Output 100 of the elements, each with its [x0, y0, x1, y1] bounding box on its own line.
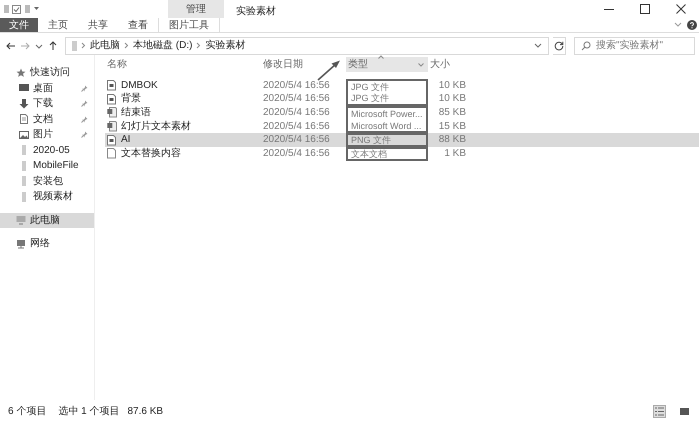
sidebar-item-label[interactable]: 文档 — [33, 112, 77, 127]
computer-icon — [16, 215, 26, 226]
search-icon — [581, 40, 591, 50]
file-name[interactable]: 背景 — [121, 93, 141, 106]
file-type: JPG 文件 — [346, 92, 428, 106]
sidebar-item-label[interactable]: 桌面 — [33, 80, 77, 96]
column-header[interactable]: 类型 — [346, 57, 428, 72]
sidebar-item-label[interactable]: 2020-05 — [33, 142, 88, 158]
file-name[interactable]: 文本替换内容 — [121, 148, 181, 160]
sidebar-item-label[interactable]: MobileFile — [33, 158, 88, 174]
network-icon — [16, 238, 26, 249]
ribbon-tab[interactable]: 查看 — [118, 18, 158, 32]
sort-ascending-icon — [378, 55, 384, 59]
file-date: 2020/5/4 16:56 — [262, 134, 331, 146]
file-type: Microsoft Power... — [346, 106, 428, 120]
large-icons-view-icon — [680, 406, 689, 416]
item-count: 6 个项目 — [8, 404, 46, 418]
file-row[interactable]: AI 2020/5/4 16:56 PNG 文件 88 KB — [105, 133, 699, 147]
search-field[interactable]: 搜索"实验素材" — [574, 36, 695, 54]
column-header[interactable]: 修改日期 — [261, 57, 346, 72]
file-size: 15 KB — [438, 120, 467, 133]
ribbon-tab[interactable]: 文件 — [0, 18, 38, 32]
file-row[interactable]: DMBOK 2020/5/4 16:56 JPG 文件 10 KB — [105, 79, 699, 93]
picture-icon — [19, 130, 29, 140]
document-file-icon — [107, 121, 117, 132]
help-icon[interactable] — [686, 20, 696, 30]
sidebar-item[interactable]: 文档 — [0, 112, 94, 127]
properties-icon[interactable] — [12, 4, 21, 14]
selection-size: 87.6 KB — [127, 404, 164, 418]
file-name[interactable]: AI — [121, 134, 130, 146]
image-file-icon — [107, 134, 117, 146]
sidebar-item[interactable]: 网络 — [0, 236, 94, 252]
refresh-icon — [554, 40, 564, 50]
column-header[interactable]: 大小 — [428, 57, 468, 72]
sidebar-item-label[interactable]: 快速访问 — [30, 65, 88, 80]
breadcrumb-item[interactable]: 实验素材 — [205, 38, 246, 53]
sidebar-item-label[interactable]: 下载 — [33, 96, 77, 112]
sidebar-item-label[interactable]: 图片 — [33, 127, 77, 142]
chevron-right-icon — [196, 42, 202, 49]
ribbon-tab[interactable]: 主页 — [38, 18, 78, 32]
chevron-down-icon[interactable] — [534, 42, 542, 48]
folder-icon — [72, 40, 77, 50]
file-size: 10 KB — [438, 93, 467, 106]
sidebar-item-label[interactable]: 安装包 — [33, 174, 88, 189]
folder-icon — [19, 145, 29, 156]
image-file-icon — [107, 94, 117, 105]
chevron-down-icon[interactable] — [674, 22, 682, 28]
file-name[interactable]: 结束语 — [121, 106, 151, 119]
sidebar-item[interactable]: 此电脑 — [0, 212, 94, 228]
selection-count: 选中 1 个项目 — [58, 404, 120, 418]
desktop-icon — [19, 83, 29, 94]
file-date: 2020/5/4 16:56 — [262, 120, 331, 133]
file-type: Microsoft Word ... — [346, 120, 428, 134]
sidebar-item[interactable]: 安装包 — [0, 174, 94, 189]
sidebar-item[interactable]: 下载 — [0, 96, 94, 112]
chevron-right-icon — [81, 42, 86, 49]
ribbon-tab[interactable]: 共享 — [78, 18, 118, 32]
file-row[interactable]: 结束语 2020/5/4 16:56 Microsoft Power... 85 KB — [105, 106, 699, 120]
image-file-icon — [107, 80, 117, 92]
sidebar-item-label[interactable]: 视频素材 — [33, 189, 88, 204]
file-size: 85 KB — [438, 106, 467, 119]
folder-icon — [19, 192, 29, 202]
file-size: 88 KB — [438, 134, 467, 146]
file-name[interactable]: DMBOK — [121, 80, 158, 92]
sidebar-item[interactable]: MobileFile — [0, 158, 94, 174]
details-view-button[interactable] — [653, 404, 666, 418]
sidebar-item[interactable]: 视频素材 — [0, 189, 94, 204]
text-file-icon — [107, 148, 117, 160]
ribbon-tab[interactable]: 图片工具 — [158, 18, 220, 32]
star-icon — [16, 68, 26, 78]
folder-icon — [19, 160, 29, 171]
file-row[interactable]: 文本替换内容 2020/5/4 16:56 文本文档 1 KB — [105, 146, 699, 161]
column-header[interactable]: 名称 — [105, 57, 261, 72]
close-icon — [676, 4, 686, 14]
file-type: 文本文档 — [346, 146, 428, 161]
file-date: 2020/5/4 16:56 — [262, 106, 331, 119]
file-name[interactable]: 幻灯片文本素材 — [121, 120, 191, 133]
refresh-button[interactable] — [553, 36, 566, 54]
document-icon — [19, 114, 29, 124]
file-size: 1 KB — [443, 148, 467, 160]
sidebar-item[interactable]: 快速访问 — [0, 65, 94, 80]
chevron-right-icon — [124, 42, 129, 49]
sidebar-item-label[interactable]: 网络 — [30, 236, 88, 252]
sidebar-item[interactable]: 2020-05 — [0, 142, 94, 158]
document-file-icon — [107, 107, 117, 118]
breadcrumb-item[interactable]: 此电脑 — [90, 38, 120, 53]
context-tab-label: 管理 — [168, 0, 224, 18]
sidebar-item-label[interactable]: 此电脑 — [30, 212, 88, 228]
maximize-icon — [640, 4, 650, 14]
file-size: 10 KB — [438, 80, 467, 92]
address-bar[interactable]: 此电脑 本地磁盘 (D:) 实验素材 — [65, 36, 549, 54]
caret-icon[interactable] — [33, 6, 40, 12]
download-icon — [19, 98, 29, 109]
up-button[interactable] — [48, 38, 58, 52]
sidebar-item[interactable]: 图片 — [0, 127, 94, 142]
file-row[interactable]: 背景 2020/5/4 16:56 JPG 文件 10 KB — [105, 92, 699, 106]
sidebar-item[interactable]: 桌面 — [0, 80, 94, 96]
file-type: PNG 文件 — [346, 133, 428, 147]
chevron-down-icon — [418, 63, 424, 67]
breadcrumb-item[interactable]: 本地磁盘 (D:) — [133, 38, 192, 53]
